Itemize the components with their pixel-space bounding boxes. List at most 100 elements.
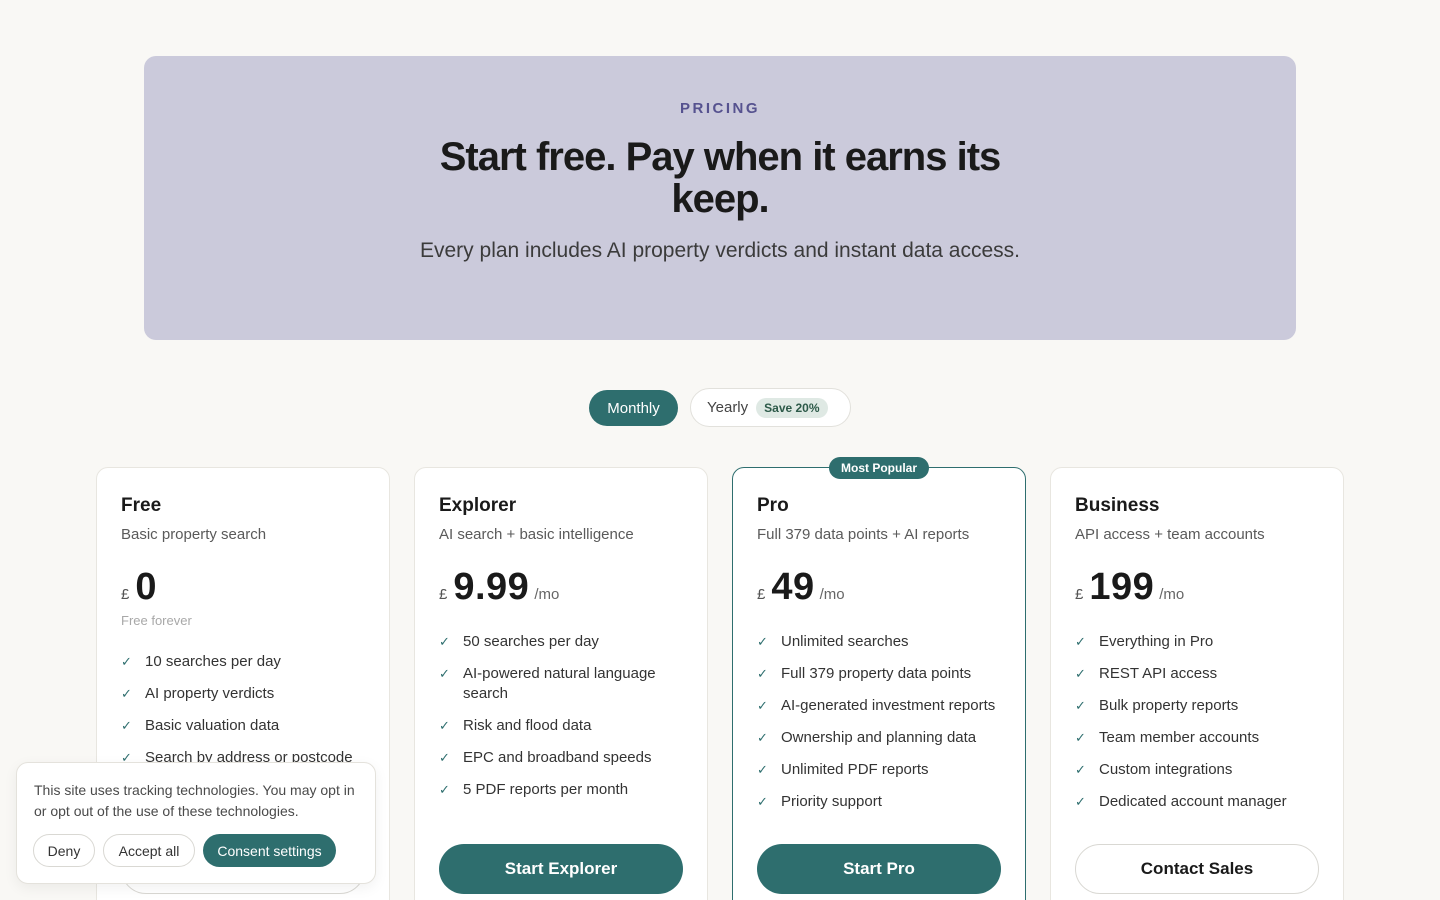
deny-button[interactable]: Deny [33,834,95,867]
feature-item: ✓ AI property verdicts [121,684,371,704]
feature-text: REST API access [1099,665,1218,682]
feature-text: Full 379 property data points [781,665,972,682]
check-icon: ✓ [1075,634,1086,649]
feature-item: ✓ AI-powered natural language search [439,664,689,704]
plan-description: API access + team accounts [1075,526,1265,543]
plan-price: £ 199 /mo [1075,566,1184,609]
feature-text: Unlimited searches [781,633,909,650]
check-icon: ✓ [439,782,450,797]
plan-name: Business [1075,495,1160,516]
page-title: Start free. Pay when it earns its keep. [439,135,1002,221]
feature-text: 10 searches per day [145,653,281,670]
billing-yearly-label: Yearly [707,399,749,416]
feature-item: ✓ Unlimited PDF reports [757,760,1017,780]
price-amount: 0 [135,566,157,608]
plan-name: Free [121,495,162,516]
check-icon: ✓ [121,686,132,701]
feature-text: Everything in Pro [1099,633,1214,650]
feature-text: Custom integrations [1099,761,1233,778]
check-icon: ✓ [1075,762,1086,777]
feature-item: ✓ Dedicated account manager [1075,792,1325,812]
pricing-page: PRICING Start free. Pay when it earns it… [0,0,1440,900]
contact-sales-button[interactable]: Contact Sales [1075,844,1319,894]
feature-text: EPC and broadband speeds [463,749,652,766]
feature-text: Dedicated account manager [1099,793,1287,810]
plan-description: AI search + basic intelligence [439,526,634,543]
feature-list: ✓ 50 searches per day ✓ AI-powered natural… [439,632,689,812]
start-pro-button[interactable]: Start Pro [757,844,1001,894]
currency-symbol: £ [757,586,766,603]
pricing-hero: PRICING Start free. Pay when it earns it… [144,56,1296,340]
plan-card-pro: Most Popular Pro Full 379 data points + … [732,457,1026,900]
feature-item: ✓ 5 PDF reports per month [439,780,689,800]
feature-item: ✓ Everything in Pro [1075,632,1325,652]
feature-list: ✓ Unlimited searches ✓ Full 379 property d… [757,632,1017,824]
feature-text: AI-generated investment reports [781,697,996,714]
save-badge: Save 20% [756,397,828,418]
feature-text: Risk and flood data [463,717,592,734]
feature-item: ✓ Priority support [757,792,1017,812]
feature-item: ✓ REST API access [1075,664,1325,684]
check-icon: ✓ [439,666,450,681]
start-explorer-button[interactable]: Start Explorer [439,844,683,894]
currency-symbol: £ [1075,586,1084,603]
plan-card-explorer: Explorer AI search + basic intelligence … [414,467,708,900]
check-icon: ✓ [439,750,450,765]
feature-item: ✓ 10 searches per day [121,652,371,672]
feature-text: Basic valuation data [145,717,280,734]
billing-monthly-button[interactable]: Monthly [589,390,678,426]
feature-item: ✓ Custom integrations [1075,760,1325,780]
feature-item: ✓ Team member accounts [1075,728,1325,748]
pricing-eyebrow: PRICING [679,100,760,117]
plan-price: £ 9.99 /mo [439,566,559,609]
feature-item: ✓ Basic valuation data [121,716,371,736]
check-icon: ✓ [757,762,768,777]
check-icon: ✓ [439,718,450,733]
accept-all-button[interactable]: Accept all [103,834,195,867]
plan-description: Basic property search [121,526,267,543]
feature-list: ✓ Everything in Pro ✓ REST API access ✓ Bul… [1075,632,1325,824]
feature-text: Bulk property reports [1099,697,1239,714]
feature-item: ✓ Bulk property reports [1075,696,1325,716]
plan-card-business: Business API access + team accounts £ 19… [1050,467,1344,900]
feature-text: Team member accounts [1099,729,1260,746]
feature-text: AI property verdicts [145,685,275,702]
plan-price: £ 0 [121,566,157,609]
plan-description: Full 379 data points + AI reports [757,526,970,543]
feature-item: ✓ AI-generated investment reports [757,696,1017,716]
price-period: /mo [819,586,845,603]
check-icon: ✓ [757,634,768,649]
price-amount: 49 [771,566,815,608]
cookie-consent-text: This site uses tracking technologies. Yo… [34,782,355,819]
check-icon: ✓ [757,698,768,713]
feature-text: Ownership and planning data [781,729,977,746]
feature-text: 50 searches per day [463,633,599,650]
hero-subtitle: Every plan includes AI property verdicts… [420,239,1020,262]
check-icon: ✓ [757,730,768,745]
billing-yearly-button[interactable]: Yearly Save 20% [690,388,851,427]
plan-name: Explorer [439,495,517,516]
feature-text: AI-powered natural language search [463,665,656,702]
price-note: Free forever [121,613,192,628]
check-icon: ✓ [121,718,132,733]
price-amount: 199 [1089,566,1155,608]
feature-list: ✓ 10 searches per day ✓ AI property verdic… [121,652,371,780]
check-icon: ✓ [1075,730,1086,745]
feature-item: ✓ 50 searches per day [439,632,689,652]
price-amount: 9.99 [453,566,530,608]
check-icon: ✓ [757,794,768,809]
cookie-consent-banner: This site uses tracking technologies. Yo… [16,762,376,884]
feature-item: ✓ Ownership and planning data [757,728,1017,748]
check-icon: ✓ [439,634,450,649]
feature-item: ✓ Full 379 property data points [757,664,1017,684]
plan-price: £ 49 /mo [757,566,845,609]
plan-name: Pro [757,495,789,516]
check-icon: ✓ [121,654,132,669]
consent-settings-button[interactable]: Consent settings [203,834,336,867]
price-period: /mo [1159,586,1185,603]
feature-text: 5 PDF reports per month [463,781,629,798]
feature-item: ✓ Unlimited searches [757,632,1017,652]
currency-symbol: £ [121,586,130,603]
check-icon: ✓ [1075,794,1086,809]
check-icon: ✓ [1075,698,1086,713]
